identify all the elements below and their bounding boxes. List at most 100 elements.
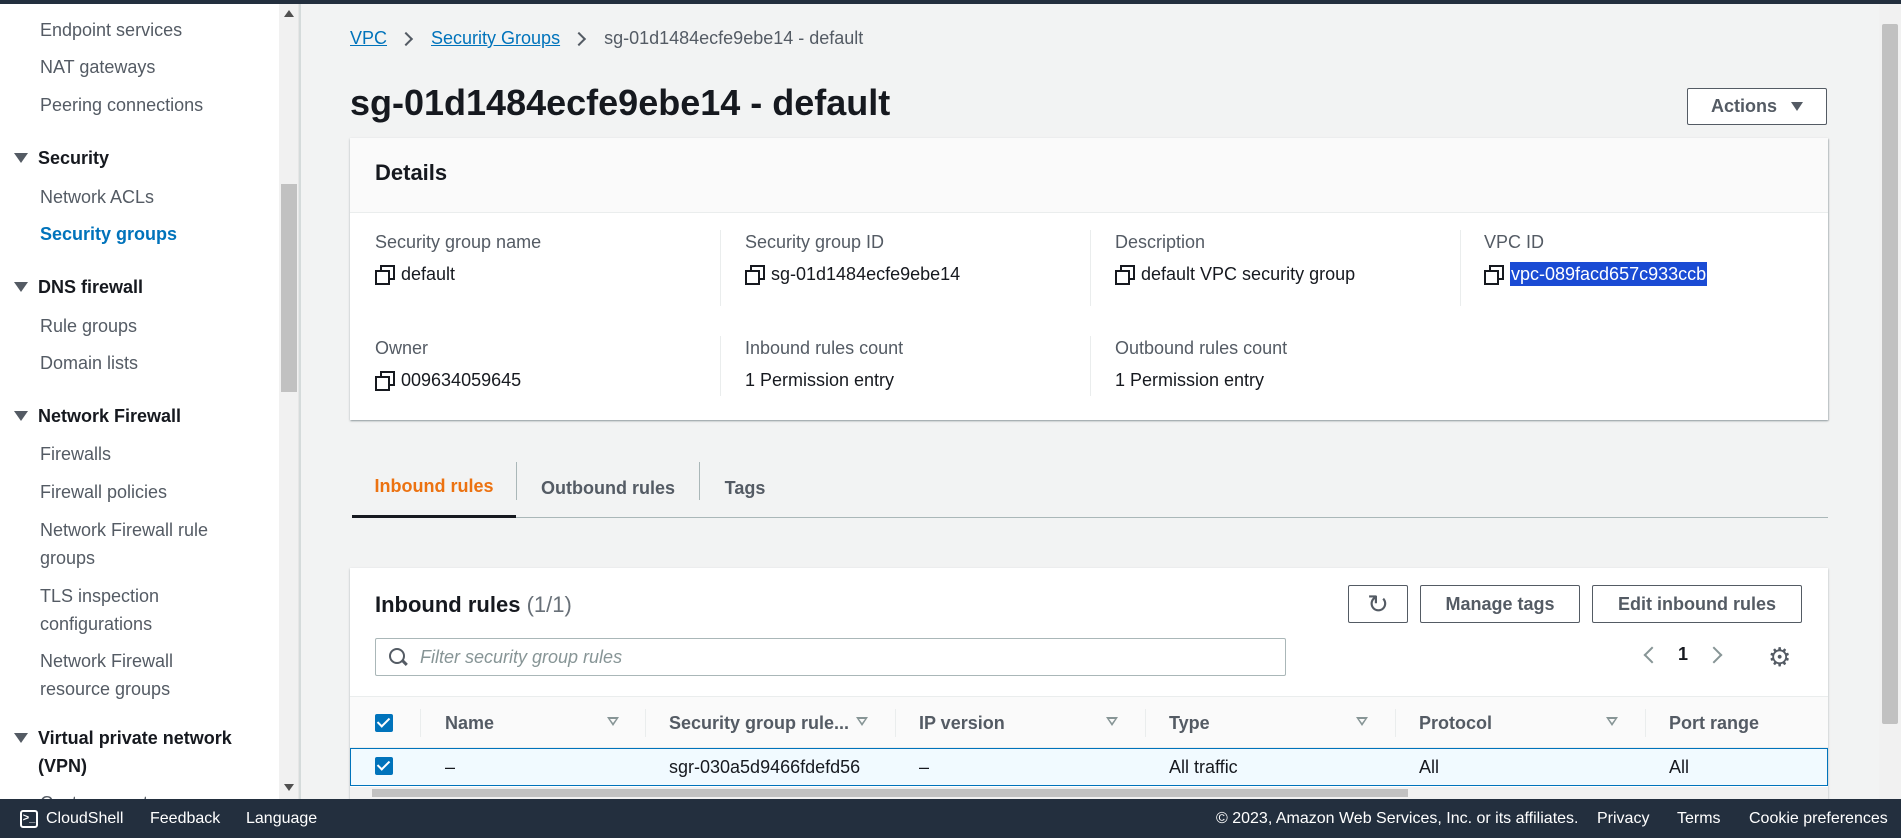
refresh-button[interactable]: ↻ [1348, 585, 1408, 623]
select-all-checkbox[interactable] [375, 714, 393, 732]
table-row[interactable]: – sgr-030a5d9466fdefd56 – All traffic Al… [350, 748, 1828, 786]
edit-inbound-rules-button[interactable]: Edit inbound rules [1592, 585, 1802, 623]
sidebar-item-security-groups[interactable]: Security groups [40, 220, 177, 248]
sidebar-item-endpoint-services[interactable]: Endpoint services [40, 16, 182, 44]
search-icon [388, 647, 408, 667]
manage-tags-button[interactable]: Manage tags [1420, 585, 1580, 623]
copy-icon[interactable] [1115, 265, 1135, 285]
copyright: © 2023, Amazon Web Services, Inc. or its… [1216, 809, 1579, 827]
field-value: 1 Permission entry [745, 370, 895, 390]
sidebar-item-network-firewall-rule-groups[interactable]: Network Firewall rule groups [40, 516, 240, 572]
cloudshell-link[interactable]: >_ CloudShell [20, 799, 123, 838]
sidebar-item-network-firewall-resource-groups[interactable]: Network Firewall resource groups [40, 647, 230, 703]
sidebar-item-firewalls[interactable]: Firewalls [40, 440, 111, 468]
language-link[interactable]: Language [246, 799, 317, 838]
caret-down-icon [14, 733, 28, 743]
filter-input[interactable] [420, 646, 1280, 668]
details-header: Details [350, 138, 1828, 213]
column-divider [1645, 709, 1646, 737]
tab-tags[interactable]: Tags [700, 458, 790, 518]
chevron-right-icon [572, 31, 587, 46]
sort-icon[interactable] [856, 717, 868, 726]
column-divider [1145, 709, 1146, 737]
divider [1090, 336, 1091, 396]
field-inbound-rules-count: Inbound rules count 1 Permission entry [745, 336, 903, 392]
vpc-id-link[interactable]: vpc-089facd657c933ccb [1510, 262, 1708, 286]
tab-bar: Inbound rules Outbound rules Tags [352, 458, 1828, 518]
sidebar-item-customer-gateways[interactable]: Customer gateways [40, 789, 199, 799]
sidebar-item-nat-gateways[interactable]: NAT gateways [40, 53, 155, 81]
sidebar-item-firewall-policies[interactable]: Firewall policies [40, 478, 167, 506]
sidebar-divider [299, 4, 301, 799]
field-value: sg-01d1484ecfe9ebe14 [771, 264, 961, 284]
rules-title-text: Inbound rules [375, 592, 521, 617]
copy-icon[interactable] [375, 371, 395, 391]
sidebar-item-domain-lists[interactable]: Domain lists [40, 349, 138, 377]
actions-button[interactable]: Actions [1687, 88, 1827, 125]
scroll-up-icon[interactable] [284, 10, 294, 17]
filter-field[interactable] [375, 638, 1286, 676]
field-security-group-name: Security group name default [375, 230, 541, 286]
column-ip-version[interactable]: IP version [919, 697, 1005, 749]
field-outbound-rules-count: Outbound rules count 1 Permission entry [1115, 336, 1287, 392]
divider [720, 336, 721, 396]
row-checkbox[interactable] [375, 757, 393, 775]
cell-rule-id[interactable]: sgr-030a5d9466fdefd56 [669, 749, 860, 785]
table-header: Name Security group rule... IP version T… [350, 696, 1828, 748]
tab-outbound-rules[interactable]: Outbound rules [517, 458, 699, 518]
sidebar-section-dns-firewall[interactable]: DNS firewall [14, 273, 143, 301]
caret-down-icon [14, 153, 28, 163]
page-scrollbar[interactable] [1879, 4, 1901, 799]
chevron-left-icon[interactable] [1643, 646, 1661, 663]
scrollbar-thumb[interactable] [372, 789, 1408, 797]
rules-title: Inbound rules (1/1) [375, 592, 572, 618]
scrollbar-thumb[interactable] [1882, 24, 1898, 724]
sidebar-item-tls-inspection-configurations[interactable]: TLS inspection configurations [40, 582, 200, 638]
page-number[interactable]: 1 [1678, 644, 1688, 665]
scroll-down-icon[interactable] [284, 784, 294, 791]
table-horizontal-scrollbar[interactable] [350, 787, 1828, 799]
sort-icon[interactable] [1606, 717, 1618, 726]
gear-icon[interactable]: ⚙ [1768, 644, 1791, 670]
sidebar-item-peering-connections[interactable]: Peering connections [40, 91, 203, 119]
field-label: Outbound rules count [1115, 338, 1288, 358]
breadcrumb-current: sg-01d1484ecfe9ebe14 - default [604, 28, 864, 48]
sidebar-section-label: Network Firewall [38, 406, 182, 426]
column-protocol[interactable]: Protocol [1419, 697, 1492, 749]
cloudshell-icon: >_ [20, 809, 38, 828]
breadcrumb-security-groups[interactable]: Security Groups [431, 28, 560, 49]
divider [1460, 230, 1461, 306]
sidebar-section-vpn[interactable]: Virtual private network (VPN) [14, 724, 254, 780]
copy-icon[interactable] [375, 265, 395, 285]
sort-icon[interactable] [607, 717, 619, 726]
privacy-link[interactable]: Privacy [1597, 799, 1649, 838]
cookie-preferences-link[interactable]: Cookie preferences [1749, 799, 1888, 838]
feedback-link[interactable]: Feedback [150, 799, 220, 838]
field-label: Security group name [375, 232, 542, 252]
sidebar-item-network-acls[interactable]: Network ACLs [40, 183, 154, 211]
field-label: Inbound rules count [745, 338, 904, 358]
tab-inbound-rules[interactable]: Inbound rules [352, 458, 516, 518]
sort-icon[interactable] [1356, 717, 1368, 726]
copy-icon[interactable] [1484, 265, 1504, 285]
column-name[interactable]: Name [445, 697, 494, 749]
field-label: Owner [375, 338, 429, 358]
cell-ip-version: – [919, 756, 930, 777]
sidebar-section-network-firewall[interactable]: Network Firewall [14, 402, 181, 430]
cell-name: – [445, 756, 456, 777]
field-value: 1 Permission entry [1115, 370, 1265, 390]
chevron-right-icon[interactable] [1705, 646, 1723, 663]
column-type[interactable]: Type [1169, 697, 1210, 749]
sidebar-item-rule-groups[interactable]: Rule groups [40, 312, 137, 340]
sidebar-scrollbar[interactable] [279, 4, 299, 799]
chevron-right-icon [398, 31, 414, 46]
scrollbar-thumb[interactable] [281, 184, 297, 392]
sidebar-section-security[interactable]: Security [14, 144, 109, 172]
column-port-range[interactable]: Port range [1669, 697, 1759, 749]
breadcrumb-vpc[interactable]: VPC [350, 28, 387, 49]
terms-link[interactable]: Terms [1677, 799, 1721, 838]
column-divider [645, 709, 646, 737]
column-security-group-rule-id[interactable]: Security group rule... [669, 697, 849, 749]
sort-icon[interactable] [1106, 717, 1118, 726]
copy-icon[interactable] [745, 265, 765, 285]
